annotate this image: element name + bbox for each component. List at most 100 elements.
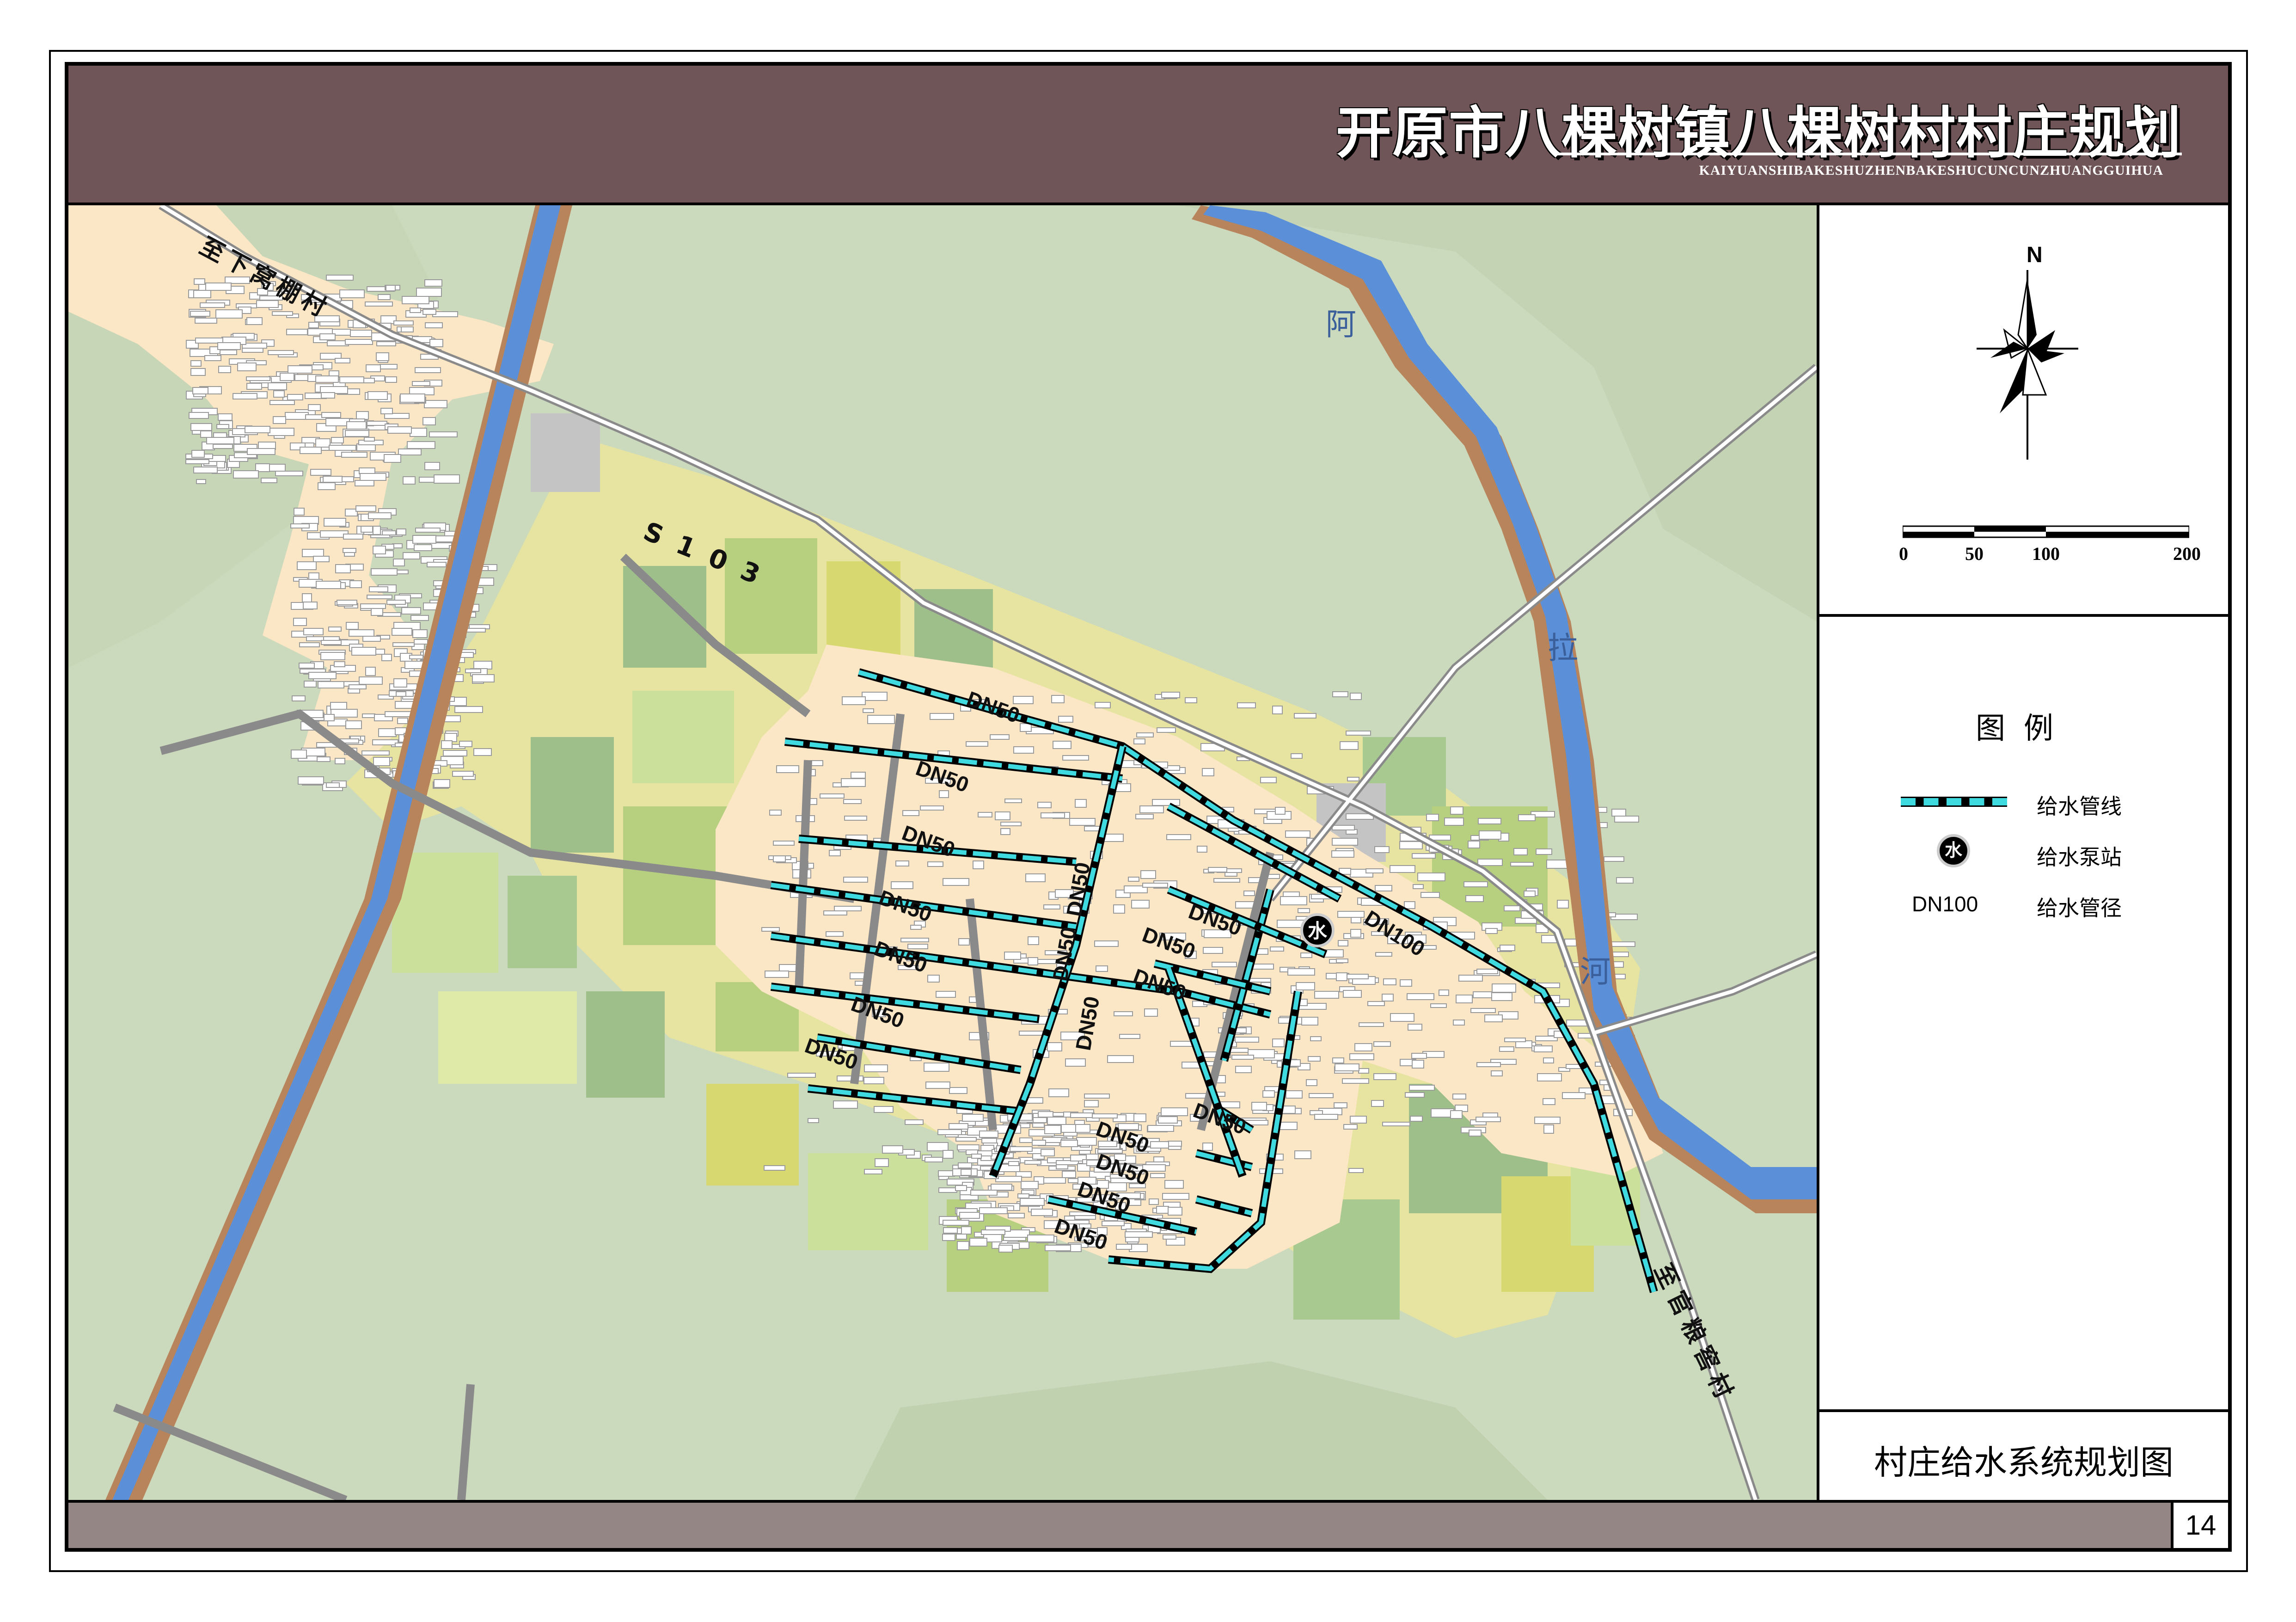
building bbox=[1291, 753, 1303, 759]
building bbox=[1314, 1114, 1338, 1120]
building bbox=[195, 318, 217, 324]
building bbox=[380, 364, 398, 369]
building bbox=[1534, 1045, 1553, 1052]
building bbox=[297, 561, 317, 570]
building bbox=[1452, 1094, 1466, 1100]
building bbox=[937, 1129, 962, 1135]
building bbox=[1004, 799, 1022, 803]
building bbox=[1114, 1011, 1133, 1016]
building bbox=[1390, 1013, 1414, 1022]
building bbox=[1047, 1117, 1066, 1125]
building bbox=[955, 1137, 977, 1142]
building bbox=[1518, 814, 1536, 821]
building bbox=[1147, 1125, 1174, 1132]
building bbox=[1408, 1024, 1422, 1031]
building bbox=[1557, 900, 1569, 909]
building bbox=[1610, 941, 1635, 947]
title-band: 开原市八棵树镇八棵树村村庄规划 KAIYUANSHIBAKESHUZHENBAK… bbox=[68, 66, 2228, 205]
river-name-char: 河 bbox=[1580, 954, 1610, 989]
legend-label: 给水泵站 bbox=[2037, 845, 2122, 869]
building bbox=[410, 307, 421, 313]
building bbox=[369, 586, 388, 592]
building bbox=[355, 480, 374, 486]
scale-tick: 0 bbox=[1899, 543, 1908, 564]
building bbox=[1373, 1073, 1396, 1080]
building bbox=[303, 628, 324, 635]
building bbox=[380, 408, 393, 414]
building bbox=[233, 470, 259, 479]
bottom-band: 14 bbox=[68, 1500, 2228, 1548]
building bbox=[318, 681, 344, 688]
building bbox=[1094, 940, 1119, 947]
building bbox=[381, 654, 392, 661]
building bbox=[422, 417, 436, 425]
building bbox=[331, 709, 358, 718]
building bbox=[1604, 856, 1624, 862]
building bbox=[1119, 1034, 1140, 1039]
building bbox=[368, 512, 392, 519]
building bbox=[1133, 1113, 1146, 1122]
building bbox=[1294, 1150, 1311, 1159]
building bbox=[1390, 865, 1415, 873]
building bbox=[196, 479, 206, 484]
building bbox=[1306, 1079, 1317, 1086]
building bbox=[808, 1118, 819, 1123]
building bbox=[1469, 1130, 1482, 1137]
building bbox=[378, 294, 391, 300]
building bbox=[1136, 732, 1154, 737]
building bbox=[1543, 1057, 1554, 1063]
building bbox=[1500, 945, 1515, 951]
building bbox=[1208, 867, 1227, 872]
map-canvas[interactable]: 水 至下窝棚村 S103 至官粮窖村 阿拉河 DN50DN50DN50DN50D… bbox=[68, 205, 1817, 1500]
building bbox=[862, 692, 888, 701]
building bbox=[1382, 1122, 1410, 1126]
building bbox=[970, 1190, 998, 1196]
building bbox=[971, 1154, 982, 1159]
building bbox=[966, 741, 988, 747]
pipe-line-dash bbox=[1901, 798, 2007, 805]
building bbox=[1476, 1117, 1501, 1122]
building bbox=[273, 416, 286, 424]
building bbox=[310, 469, 331, 476]
building bbox=[769, 810, 782, 816]
scale-bar: 0 50 100 200 bbox=[1899, 524, 2201, 564]
building bbox=[415, 367, 441, 373]
building bbox=[1513, 848, 1528, 855]
building bbox=[773, 841, 795, 846]
building bbox=[1426, 814, 1439, 821]
building bbox=[978, 812, 992, 817]
building bbox=[205, 283, 232, 291]
building bbox=[1032, 1123, 1045, 1128]
building bbox=[979, 1130, 998, 1138]
building bbox=[1043, 1177, 1066, 1184]
building bbox=[346, 622, 359, 630]
building bbox=[1243, 891, 1255, 896]
building bbox=[1404, 901, 1415, 909]
building bbox=[1004, 952, 1021, 960]
building bbox=[194, 278, 205, 285]
building bbox=[341, 452, 367, 458]
building bbox=[1338, 940, 1348, 946]
building bbox=[1332, 825, 1355, 830]
building bbox=[1566, 1064, 1581, 1069]
building bbox=[427, 562, 447, 567]
building bbox=[326, 782, 340, 788]
building bbox=[359, 676, 383, 685]
map-area[interactable]: 水 至下窝棚村 S103 至官粮窖村 阿拉河 DN50 DN50 DN50 DN50 D… bbox=[68, 205, 1819, 1500]
building bbox=[414, 544, 432, 551]
building bbox=[316, 581, 341, 589]
building bbox=[1095, 702, 1111, 708]
building bbox=[1275, 807, 1286, 815]
building bbox=[1287, 968, 1315, 976]
building bbox=[1343, 1124, 1358, 1130]
building bbox=[1324, 949, 1344, 958]
building bbox=[1051, 695, 1065, 703]
building bbox=[1347, 777, 1359, 781]
building bbox=[1444, 817, 1464, 826]
building bbox=[1131, 900, 1150, 909]
building bbox=[1107, 1055, 1134, 1063]
building bbox=[1543, 1124, 1554, 1134]
building bbox=[1300, 952, 1312, 958]
building bbox=[215, 309, 243, 319]
building bbox=[246, 317, 263, 325]
